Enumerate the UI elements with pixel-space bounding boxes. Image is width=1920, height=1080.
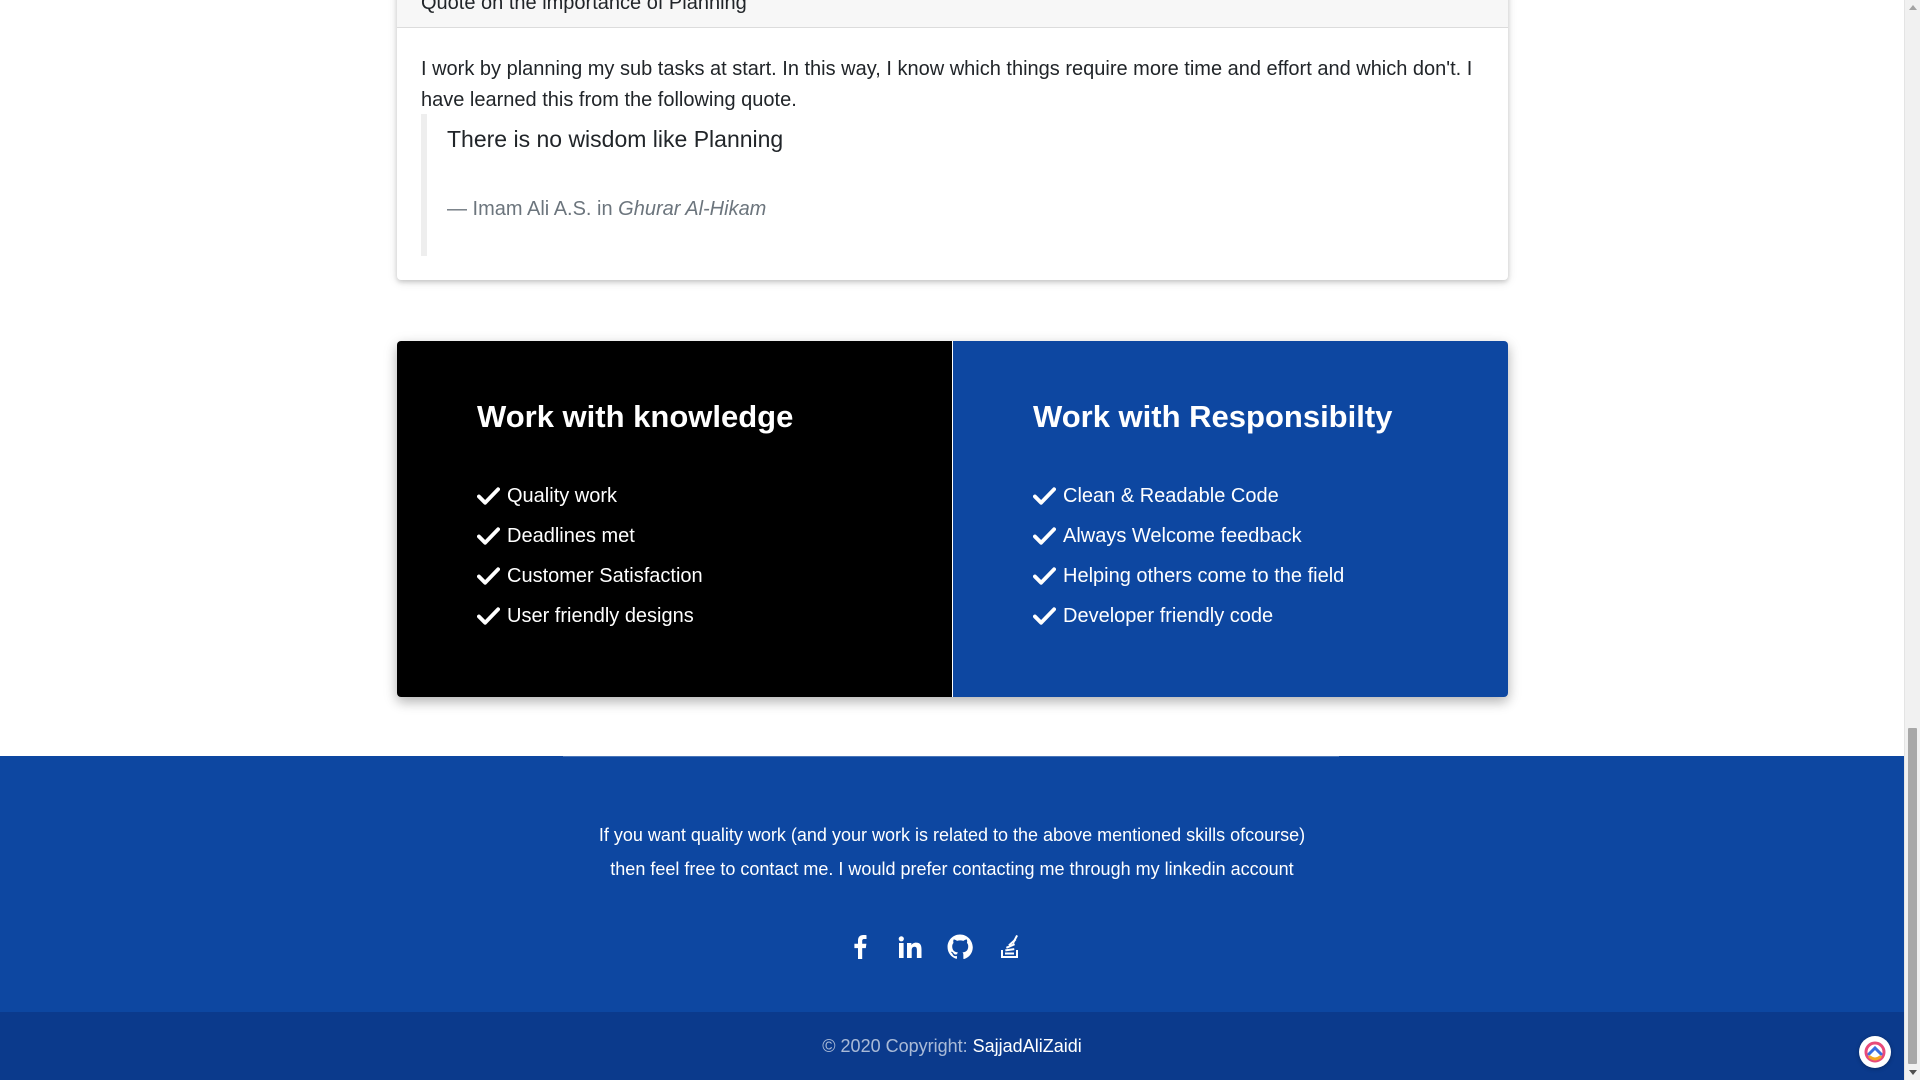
check-icon [1033,607,1056,625]
quote-text: There is no wisdom like Planning [447,126,784,152]
list-item-label: Clean & Readable Code [1063,484,1279,507]
quote-author: — Imam Ali A.S. in [447,198,613,220]
footer-text-line-2: then feel free to contact me. I would pr… [610,859,1294,879]
github-icon[interactable] [946,933,974,961]
responsibility-panel: Work with Responsibilty Clean & Readable… [953,341,1508,697]
list-item: Quality work [477,476,703,516]
scrollbar-thumb[interactable] [1908,728,1917,1064]
scroll-up-arrow-icon[interactable] [1909,5,1917,10]
quote-footer: — Imam Ali A.S. in Ghurar Al-Hikam [447,198,766,221]
scroll-down-arrow-icon[interactable] [1909,1070,1917,1075]
vertical-scrollbar[interactable] [1904,0,1920,1080]
responsibility-list: Clean & Readable Code Always Welcome fee… [1033,476,1344,636]
list-item: Customer Satisfaction [477,556,703,596]
list-item-label: Quality work [507,484,618,507]
floating-widget-button[interactable] [1859,1036,1891,1068]
list-item-label: Customer Satisfaction [507,564,703,587]
card-header-title: Quote on the importance of Planning [421,0,747,14]
stackoverflow-icon[interactable] [996,933,1024,961]
widget-logo-icon [1864,1041,1886,1063]
check-icon [1033,487,1056,505]
list-item: Always Welcome feedback [1033,516,1344,556]
knowledge-title: Work with knowledge [477,399,794,434]
check-icon [477,607,500,625]
list-item: Deadlines met [477,516,703,556]
quote-source: Ghurar Al-Hikam [618,198,767,220]
card-header: Quote on the importance of Planning [397,0,1508,28]
list-item-label: Always Welcome feedback [1063,524,1302,547]
card-text: I work by planning my sub tasks at start… [421,58,1473,111]
list-item: User friendly designs [477,596,703,636]
page: Quote on the importance of Planning I wo… [0,0,1904,1080]
features-section: Work with knowledge Quality work Deadlin… [397,341,1508,697]
list-item-label: Developer friendly code [1063,604,1274,627]
check-icon [1033,527,1056,545]
knowledge-list: Quality work Deadlines met Customer Sati… [477,476,703,636]
list-item: Clean & Readable Code [1033,476,1344,516]
facebook-icon[interactable] [846,933,874,961]
list-item-label: User friendly designs [507,604,694,627]
list-item: Developer friendly code [1033,596,1344,636]
list-item-label: Deadlines met [507,524,635,547]
check-icon [477,487,500,505]
knowledge-panel: Work with knowledge Quality work Deadlin… [397,341,952,697]
footer: If you want quality work (and your work … [0,756,1904,1012]
footer-divider [563,756,1339,757]
responsibility-title: Work with Responsibilty [1033,399,1393,434]
quote-card: Quote on the importance of Planning I wo… [397,0,1508,280]
blockquote: There is no wisdom like Planning — Imam … [421,114,1461,256]
list-item: Helping others come to the field [1033,556,1344,596]
copyright-bar: © 2020 Copyright: SajjadAliZaidi [0,1012,1904,1080]
social-links [846,933,1024,961]
copyright-link[interactable]: SajjadAliZaidi [973,1036,1082,1056]
check-icon [477,567,500,585]
copyright-text: © 2020 Copyright: [822,1036,968,1056]
list-item-label: Helping others come to the field [1063,564,1345,587]
check-icon [477,527,500,545]
footer-text-line-1: If you want quality work (and your work … [598,825,1306,845]
linkedin-icon[interactable] [896,933,924,961]
check-icon [1033,567,1056,585]
